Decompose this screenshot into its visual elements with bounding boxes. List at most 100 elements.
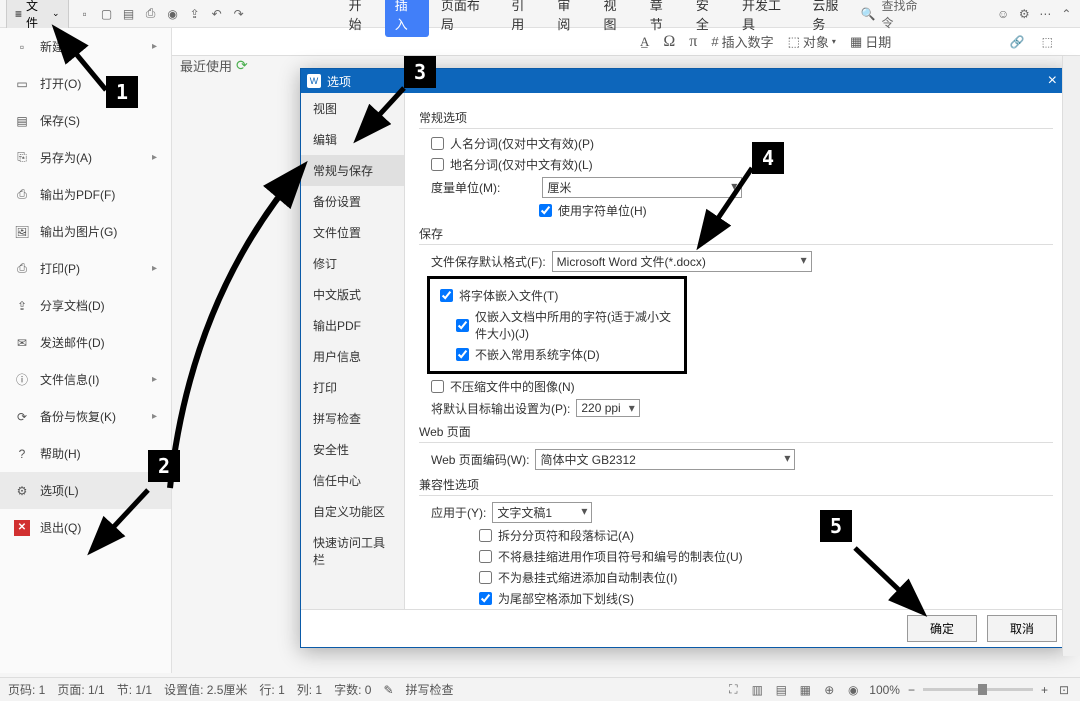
save-icon[interactable]: ▤	[121, 6, 137, 22]
ok-button[interactable]: 确定	[907, 615, 977, 642]
ppi-select[interactable]: 220 ppi	[576, 399, 639, 417]
more-icon[interactable]: ⋯	[1038, 6, 1053, 22]
hamburger-icon: ≡	[15, 7, 22, 21]
web-enc-select[interactable]: 简体中文 GB2312	[535, 449, 795, 470]
file-menu-print[interactable]: ⎙打印(P)▸	[0, 250, 171, 287]
omega-icon[interactable]: Ω	[663, 33, 675, 51]
file-menu-label: 输出为图片(G)	[40, 223, 117, 240]
cb-no-compress[interactable]	[431, 380, 444, 393]
link-icon[interactable]: 🔗	[1009, 34, 1025, 50]
spell-check-icon[interactable]: ✎	[383, 683, 393, 697]
ribbon-tab-5[interactable]: 视图	[594, 0, 638, 37]
print-icon[interactable]: ⎙	[143, 6, 159, 22]
options-nav-item-6[interactable]: 中文版式	[301, 279, 404, 310]
open-icon[interactable]: ▢	[99, 6, 115, 22]
file-menu-label: 发送邮件(D)	[40, 334, 105, 351]
options-nav-item-10[interactable]: 拼写检查	[301, 403, 404, 434]
ppi-label: 将默认目标输出设置为(P):	[431, 400, 570, 417]
ribbon-tab-4[interactable]: 审阅	[547, 0, 591, 37]
options-nav-item-7[interactable]: 输出PDF	[301, 310, 404, 341]
view-outline-icon[interactable]: ▥	[749, 682, 765, 698]
options-nav-item-11[interactable]: 安全性	[301, 434, 404, 465]
file-menu-doc[interactable]: ▫新建(N)▸	[0, 28, 171, 65]
pi-icon[interactable]: π	[689, 33, 697, 51]
insert-number-button[interactable]: #插入数字	[711, 32, 773, 51]
file-menu-pdf[interactable]: ⎙输出为PDF(F)	[0, 176, 171, 213]
cb-no-common[interactable]	[456, 348, 469, 361]
options-nav-item-0[interactable]: 视图	[301, 93, 404, 124]
file-menu-save[interactable]: ▤保存(S)	[0, 102, 171, 139]
options-nav-item-13[interactable]: 自定义功能区	[301, 496, 404, 527]
cancel-button[interactable]: 取消	[987, 615, 1057, 642]
gear-icon[interactable]: ⚙	[1017, 6, 1032, 22]
date-button[interactable]: ▦日期	[850, 32, 891, 51]
file-menu-help[interactable]: ?帮助(H)▸	[0, 435, 171, 472]
undo-icon[interactable]: ↶	[209, 6, 225, 22]
cb-compat-1[interactable]	[479, 529, 492, 542]
cb-name-split[interactable]	[431, 137, 444, 150]
cb-embed-font[interactable]	[440, 289, 453, 302]
annotation-4: 4	[752, 142, 784, 174]
options-nav-item-5[interactable]: 修订	[301, 248, 404, 279]
file-menu-label: 帮助(H)	[40, 445, 81, 462]
zoom-slider[interactable]	[923, 688, 1033, 691]
text-a-icon[interactable]: A̲	[640, 34, 649, 50]
vertical-scrollbar[interactable]	[1062, 56, 1080, 656]
file-menu-mail[interactable]: ✉发送邮件(D)	[0, 324, 171, 361]
cb-embed-used[interactable]	[456, 319, 469, 332]
ribbon-tab-1[interactable]: 插入	[385, 0, 429, 37]
fullscreen-icon[interactable]: ⛶	[725, 682, 741, 698]
dialog-footer: 确定 取消	[301, 609, 1067, 647]
attach-icon[interactable]: ⬚	[1039, 34, 1055, 50]
file-menu-exit[interactable]: ✕退出(Q)	[0, 509, 171, 546]
smiley-icon[interactable]: ☺	[996, 6, 1011, 22]
ribbon-tab-2[interactable]: 页面布局	[431, 0, 499, 37]
zoom-in-icon[interactable]: +	[1041, 683, 1048, 697]
file-menu-label: 打印(P)	[40, 260, 80, 277]
new-doc-icon[interactable]: ▫	[77, 6, 93, 22]
ribbon-tab-6[interactable]: 章节	[640, 0, 684, 37]
zoom-value: 100%	[869, 683, 900, 697]
cb-compat-2[interactable]	[479, 550, 492, 563]
zoom-out-icon[interactable]: −	[908, 683, 915, 697]
options-nav-item-14[interactable]: 快速访问工具栏	[301, 527, 404, 575]
close-icon[interactable]: ×	[1044, 72, 1061, 90]
cb-compat-4[interactable]	[479, 592, 492, 605]
apply-select[interactable]: 文字文稿1	[492, 502, 592, 523]
cb-char-unit[interactable]	[539, 204, 552, 217]
default-fmt-select[interactable]: Microsoft Word 文件(*.docx)	[552, 251, 812, 272]
object-button[interactable]: ⬚对象▾	[788, 32, 836, 51]
fit-icon[interactable]: ⊡	[1056, 682, 1072, 698]
file-menu-gear[interactable]: ⚙选项(L)	[0, 472, 171, 509]
file-menu-open[interactable]: ▭打开(O)	[0, 65, 171, 102]
file-menu-info[interactable]: ⓘ文件信息(I)▸	[0, 361, 171, 398]
cb-place-split[interactable]	[431, 158, 444, 171]
redo-icon[interactable]: ↷	[231, 6, 247, 22]
view-web-icon[interactable]: ⊕	[821, 682, 837, 698]
file-menu-backup[interactable]: ⟳备份与恢复(K)▸	[0, 398, 171, 435]
options-nav-item-12[interactable]: 信任中心	[301, 465, 404, 496]
file-menu-img[interactable]: 🖼输出为图片(G)	[0, 213, 171, 250]
ribbon-tab-3[interactable]: 引用	[501, 0, 545, 37]
view-page-icon[interactable]: ▤	[773, 682, 789, 698]
file-menu-saveas[interactable]: ⎘另存为(A)▸	[0, 139, 171, 176]
eye-icon[interactable]: ◉	[845, 682, 861, 698]
options-nav-item-3[interactable]: 备份设置	[301, 186, 404, 217]
status-row: 行: 1	[259, 681, 284, 698]
options-nav-item-4[interactable]: 文件位置	[301, 217, 404, 248]
options-nav-item-9[interactable]: 打印	[301, 372, 404, 403]
refresh-icon[interactable]: ⟳	[236, 57, 248, 74]
ribbon-tab-0[interactable]: 开始	[339, 0, 383, 37]
gear-icon: ⚙	[14, 483, 30, 499]
export-icon[interactable]: ⇪	[187, 6, 203, 22]
options-nav-item-8[interactable]: 用户信息	[301, 341, 404, 372]
preview-icon[interactable]: ◉	[165, 6, 181, 22]
view-read-icon[interactable]: ▦	[797, 682, 813, 698]
chevron-up-icon[interactable]: ⌃	[1059, 6, 1074, 22]
options-nav-item-1[interactable]: 编辑	[301, 124, 404, 155]
options-nav-item-2[interactable]: 常规与保存	[301, 155, 404, 186]
cb-compat-3[interactable]	[479, 571, 492, 584]
file-menu-share[interactable]: ⇪分享文档(D)	[0, 287, 171, 324]
search-command-area[interactable]: 🔍 查找命令 ☺ ⚙ ⋯ ⌃	[861, 0, 1074, 31]
unit-select[interactable]: 厘米	[542, 177, 742, 198]
